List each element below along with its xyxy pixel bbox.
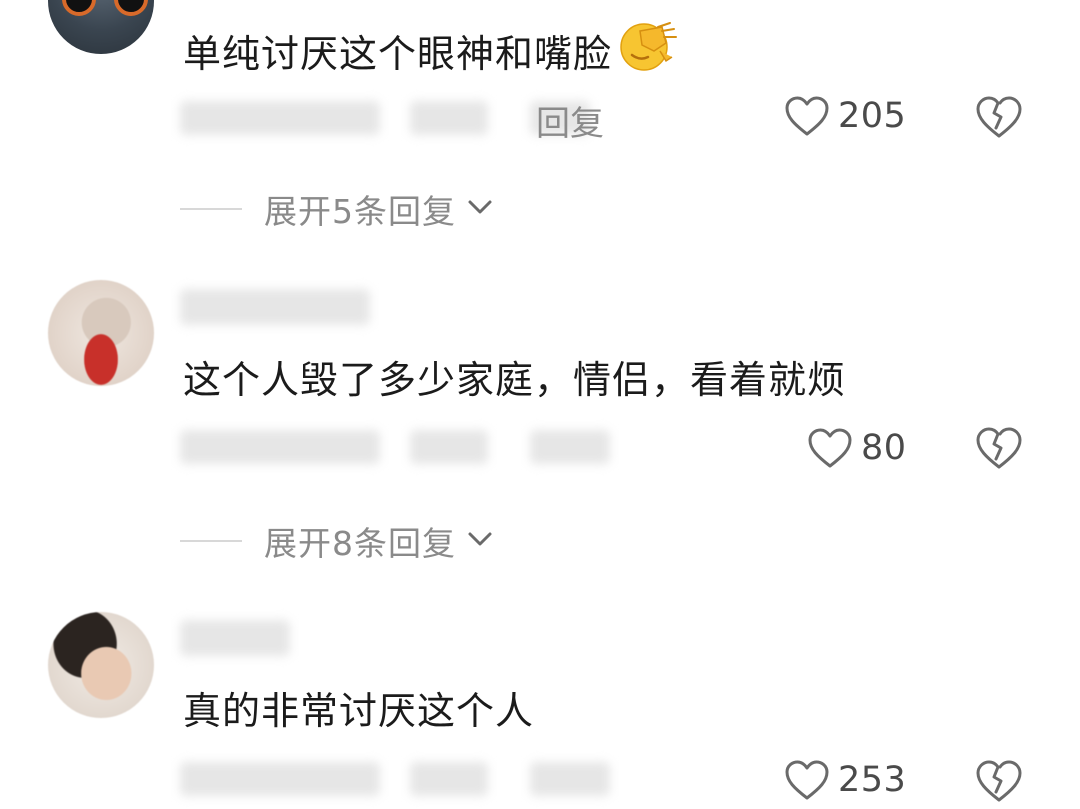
heart-outline-icon	[784, 759, 830, 801]
blurred-username	[180, 289, 370, 325]
chevron-down-icon	[466, 529, 494, 553]
blurred-location	[410, 101, 488, 135]
like-button[interactable]: 205	[784, 95, 906, 137]
like-count: 253	[838, 760, 907, 800]
dislike-button[interactable]	[975, 759, 1023, 807]
dislike-button[interactable]	[975, 426, 1023, 474]
expand-replies-button[interactable]: 展开5条回复	[180, 185, 494, 233]
expand-replies-button[interactable]: 展开8条回复	[180, 517, 494, 565]
comment-text: 单纯讨厌这个眼神和嘴脸	[183, 21, 678, 83]
blurred-reply	[530, 762, 610, 796]
blurred-timestamp	[180, 101, 380, 135]
avatar[interactable]	[48, 0, 154, 54]
broken-heart-icon	[975, 96, 1023, 143]
heart-outline-icon	[784, 95, 830, 137]
expand-replies-label: 展开5条回复	[264, 192, 456, 231]
expand-replies-label: 展开8条回复	[264, 524, 456, 563]
reply-button[interactable]: 回复	[536, 96, 604, 145]
face-palm-emoji-icon	[614, 21, 678, 83]
blurred-timestamp	[180, 430, 380, 464]
like-count: 205	[838, 96, 907, 136]
blurred-timestamp	[180, 762, 380, 796]
blurred-reply	[530, 430, 610, 464]
comment-list: 单纯讨厌这个眼神和嘴脸 回复 205 展开5条回复 这个人毁了多少家庭，情侣，看…	[0, 0, 1080, 809]
broken-heart-icon	[975, 760, 1023, 807]
like-count: 80	[861, 428, 907, 468]
blurred-username	[180, 620, 290, 656]
broken-heart-icon	[975, 427, 1023, 474]
heart-outline-icon	[807, 427, 853, 469]
like-button[interactable]: 80	[807, 427, 907, 469]
comment-text: 这个人毁了多少家庭，情侣，看着就烦	[183, 358, 847, 402]
avatar[interactable]	[48, 280, 154, 386]
divider	[180, 208, 242, 210]
blurred-location	[410, 430, 488, 464]
chevron-down-icon	[466, 197, 494, 221]
blurred-location	[410, 762, 488, 796]
comment-text: 真的非常讨厌这个人	[183, 689, 535, 733]
divider	[180, 540, 242, 542]
like-button[interactable]: 253	[784, 759, 906, 801]
avatar[interactable]	[48, 612, 154, 718]
dislike-button[interactable]	[975, 95, 1023, 143]
